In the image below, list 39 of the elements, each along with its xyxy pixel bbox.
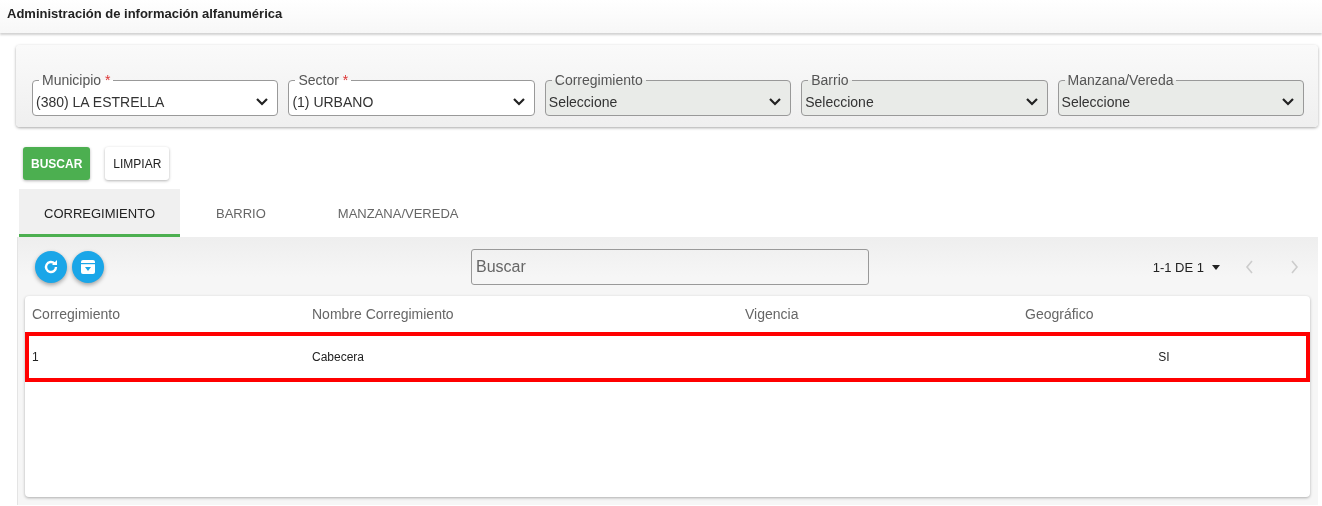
column-header: Geográfico (1024, 306, 1095, 322)
chevron-down-icon (1024, 97, 1039, 107)
field-value: Seleccione (805, 94, 874, 110)
field-value: (380) LA ESTRELLA (36, 94, 165, 110)
refresh-icon (42, 258, 60, 276)
chevron-down-icon (511, 97, 526, 107)
required-mark: * (105, 72, 111, 88)
column-header: Vigencia (744, 306, 800, 322)
field-label: Municipio * (39, 72, 114, 88)
clear-button[interactable]: LIMPIAR (105, 147, 170, 180)
field-value: (1) URBANO (292, 94, 374, 110)
dropdown-field[interactable]: Sector * (1) URBANO (288, 70, 535, 116)
dropdown-field[interactable]: Municipio * (380) LA ESTRELLA (32, 70, 279, 116)
field-value: Seleccione (1061, 94, 1131, 110)
search-field[interactable]: Buscar (471, 249, 869, 285)
table-cell-text: Cabecera (311, 350, 366, 364)
pagination-dropdown[interactable]: 1-1 DE 1 (1152, 259, 1204, 275)
tab[interactable]: BARRIO (180, 189, 302, 237)
archive-button[interactable] (72, 251, 104, 283)
table-cell-text: SI (1157, 350, 1171, 364)
field-label: Manzana/Vereda (1064, 72, 1177, 88)
tab[interactable]: MANZANA/VEREDA (301, 189, 495, 237)
table-row[interactable]: 1 Cabecera SI (25, 332, 1310, 382)
refresh-button[interactable] (35, 251, 67, 283)
required-mark: * (342, 72, 349, 88)
field-label: Barrio (808, 72, 852, 88)
column-header: Nombre Corregimiento (311, 306, 455, 322)
archive-download-icon (79, 258, 97, 276)
table-cell-text: 1 (31, 350, 40, 364)
column-header: Corregimiento (31, 306, 121, 322)
chevron-down-icon (768, 97, 783, 107)
field-value: Seleccione (548, 94, 618, 110)
tab[interactable]: CORREGIMIENTO (19, 189, 180, 237)
page-title: Administración de información alfanumérica (7, 6, 283, 21)
field-label: Corregimiento (551, 72, 646, 88)
field-label: Sector * (295, 72, 352, 88)
chevron-down-icon (1281, 97, 1295, 107)
chevron-down-icon (255, 97, 270, 107)
caret-icon[interactable] (1212, 264, 1220, 270)
